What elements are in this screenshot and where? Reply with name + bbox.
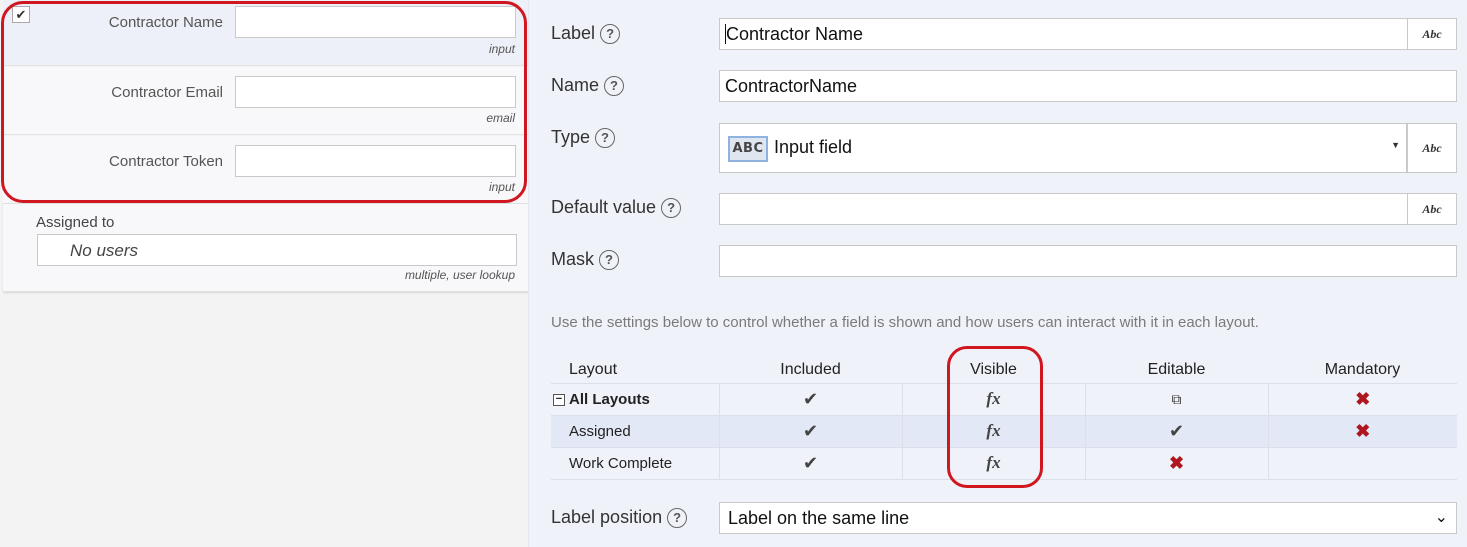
type-select[interactable]: ABC Input field ▼	[719, 123, 1407, 173]
chevron-down-icon: ⌄	[1434, 509, 1448, 526]
table-row[interactable]: Assigned ✔ fx ✔ ✖	[551, 414, 1457, 448]
check-icon: ✔	[1168, 420, 1185, 441]
field-card-contractor-email[interactable]: Contractor Email email	[3, 67, 528, 135]
prop-title: Name	[551, 75, 600, 95]
prop-title: Mask	[551, 249, 595, 269]
assigned-to-value: No users	[70, 241, 139, 260]
editable-cell[interactable]: ✖	[1084, 446, 1268, 480]
prop-title: Type	[551, 127, 591, 147]
name-prop-label: Name ?	[551, 75, 625, 96]
help-icon[interactable]: ?	[604, 75, 625, 96]
field-card-contractor-token[interactable]: Contractor Token input	[3, 136, 528, 204]
default-value-prop-label: Default value ?	[551, 197, 682, 218]
label-position-select[interactable]: Label on the same line ⌄	[719, 502, 1457, 534]
prop-title: Label	[551, 23, 596, 43]
label-input[interactable]: Contractor Name	[719, 18, 1408, 50]
label-prop-label: Label ?	[551, 23, 621, 44]
check-icon: ✔	[802, 452, 819, 473]
field-label: Contractor Token	[109, 153, 223, 170]
help-icon[interactable]: ?	[599, 249, 620, 270]
editable-cell[interactable]: ✔	[1084, 414, 1268, 448]
layout-name-cell: Work Complete	[551, 446, 719, 480]
x-icon: ✖	[1168, 452, 1185, 473]
formula-icon: fx	[986, 389, 1001, 408]
check-icon: ✔	[802, 420, 819, 441]
col-header-editable: Editable	[1147, 360, 1206, 378]
layout-name-cell: − All Layouts	[551, 382, 719, 416]
help-icon[interactable]: ?	[600, 23, 621, 44]
field-type-hint: multiple, user lookup	[404, 268, 515, 282]
col-header-included: Included	[780, 360, 841, 378]
contractor-email-input[interactable]	[235, 76, 516, 108]
help-icon[interactable]: ?	[661, 197, 682, 218]
col-header-layout: Layout	[569, 360, 618, 378]
default-value-input[interactable]	[719, 193, 1408, 225]
copy-icon: ⧉	[1171, 390, 1182, 407]
contractor-token-input[interactable]	[235, 145, 516, 177]
mandatory-cell[interactable]	[1267, 446, 1457, 480]
abc-format-button[interactable]: Abc	[1407, 123, 1457, 173]
type-select-value: Input field	[774, 137, 853, 157]
field-type-hint: input	[488, 42, 515, 56]
label-input-value: Contractor Name	[725, 24, 864, 44]
field-label: Contractor Name	[108, 14, 223, 31]
visible-cell[interactable]: fx	[901, 446, 1085, 480]
formula-icon: fx	[986, 453, 1001, 472]
type-prop-label: Type ?	[551, 127, 616, 148]
field-type-hint: input	[488, 180, 515, 194]
input-field-type-icon: ABC	[728, 136, 768, 162]
form-preview-panel: ✔ Contractor Name input Contractor Email…	[0, 0, 528, 547]
help-icon[interactable]: ?	[595, 127, 616, 148]
prop-title: Default value	[551, 197, 657, 217]
mask-prop-label: Mask ?	[551, 249, 620, 270]
mask-input[interactable]	[719, 245, 1457, 277]
included-cell[interactable]: ✔	[718, 414, 902, 448]
visible-cell[interactable]: fx	[901, 414, 1085, 448]
x-icon: ✖	[1355, 420, 1371, 441]
included-cell[interactable]: ✔	[718, 446, 902, 480]
prop-title: Label position	[551, 507, 663, 527]
layout-name: All Layouts	[569, 390, 650, 408]
mandatory-cell[interactable]: ✖	[1267, 414, 1457, 448]
table-row[interactable]: Work Complete ✔ fx ✖	[551, 446, 1457, 480]
layout-settings-table: Layout Included Visible Editable Mandato…	[551, 357, 1457, 480]
layout-settings-note: Use the settings below to control whethe…	[551, 314, 1259, 331]
label-position-prop-label: Label position ?	[551, 507, 688, 528]
abc-format-button[interactable]: Abc	[1407, 18, 1457, 50]
field-label: Contractor Email	[111, 84, 223, 101]
col-header-visible: Visible	[970, 360, 1017, 378]
layout-name-cell: Assigned	[551, 414, 719, 448]
assigned-to-lookup[interactable]: No users	[37, 234, 517, 266]
assigned-to-label: Assigned to	[36, 214, 115, 231]
x-icon: ✖	[1355, 388, 1371, 409]
contractor-name-input[interactable]	[235, 6, 516, 38]
field-properties-panel: Label ? Contractor Name Abc Name ? Contr…	[528, 0, 1467, 547]
abc-format-button[interactable]: Abc	[1407, 193, 1457, 225]
check-icon: ✔	[802, 388, 819, 409]
mandatory-cell[interactable]: ✖	[1267, 382, 1457, 416]
table-row[interactable]: − All Layouts ✔ fx ⧉ ✖	[551, 382, 1457, 416]
help-icon[interactable]: ?	[667, 507, 688, 528]
field-type-hint: email	[486, 111, 515, 125]
table-header-row: Layout Included Visible Editable Mandato…	[551, 357, 1457, 383]
field-select-checkbox[interactable]: ✔	[12, 6, 30, 23]
included-cell[interactable]: ✔	[718, 382, 902, 416]
dropdown-arrow-icon: ▼	[1391, 140, 1400, 150]
field-card-contractor-name[interactable]: ✔ Contractor Name input	[3, 0, 528, 66]
visible-cell[interactable]: fx	[901, 382, 1085, 416]
label-position-value: Label on the same line	[728, 508, 910, 528]
formula-icon: fx	[986, 421, 1001, 440]
col-header-mandatory: Mandatory	[1324, 360, 1401, 378]
field-card-assigned-to[interactable]: Assigned to No users multiple, user look…	[3, 204, 528, 292]
name-input[interactable]: ContractorName	[719, 70, 1457, 102]
editable-cell[interactable]: ⧉	[1084, 382, 1268, 416]
collapse-icon[interactable]: −	[553, 393, 565, 406]
